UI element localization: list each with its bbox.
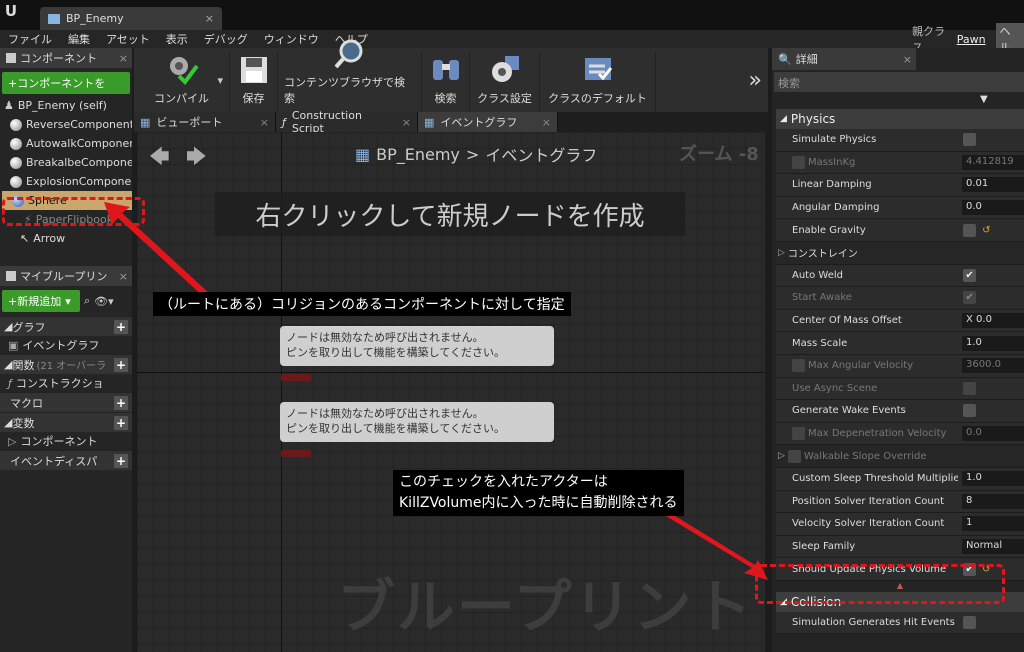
annotation-callout-2: このチェックを入れたアクターは KillZVolume内に入った時に自動削除され… [393, 470, 684, 516]
annotation-arrow [104, 202, 210, 299]
annotation-callout-1: （ルートにある）コリジョンのあるコンポーネントに対して指定 [153, 292, 571, 316]
annotation-arrow [656, 506, 768, 580]
callout-2-line-2: KillZVolume内に入った時に自動削除される [399, 495, 678, 511]
callout-2-line-1: このチェックを入れたアクターは [399, 474, 608, 490]
annotation-arrows [104, 202, 768, 580]
